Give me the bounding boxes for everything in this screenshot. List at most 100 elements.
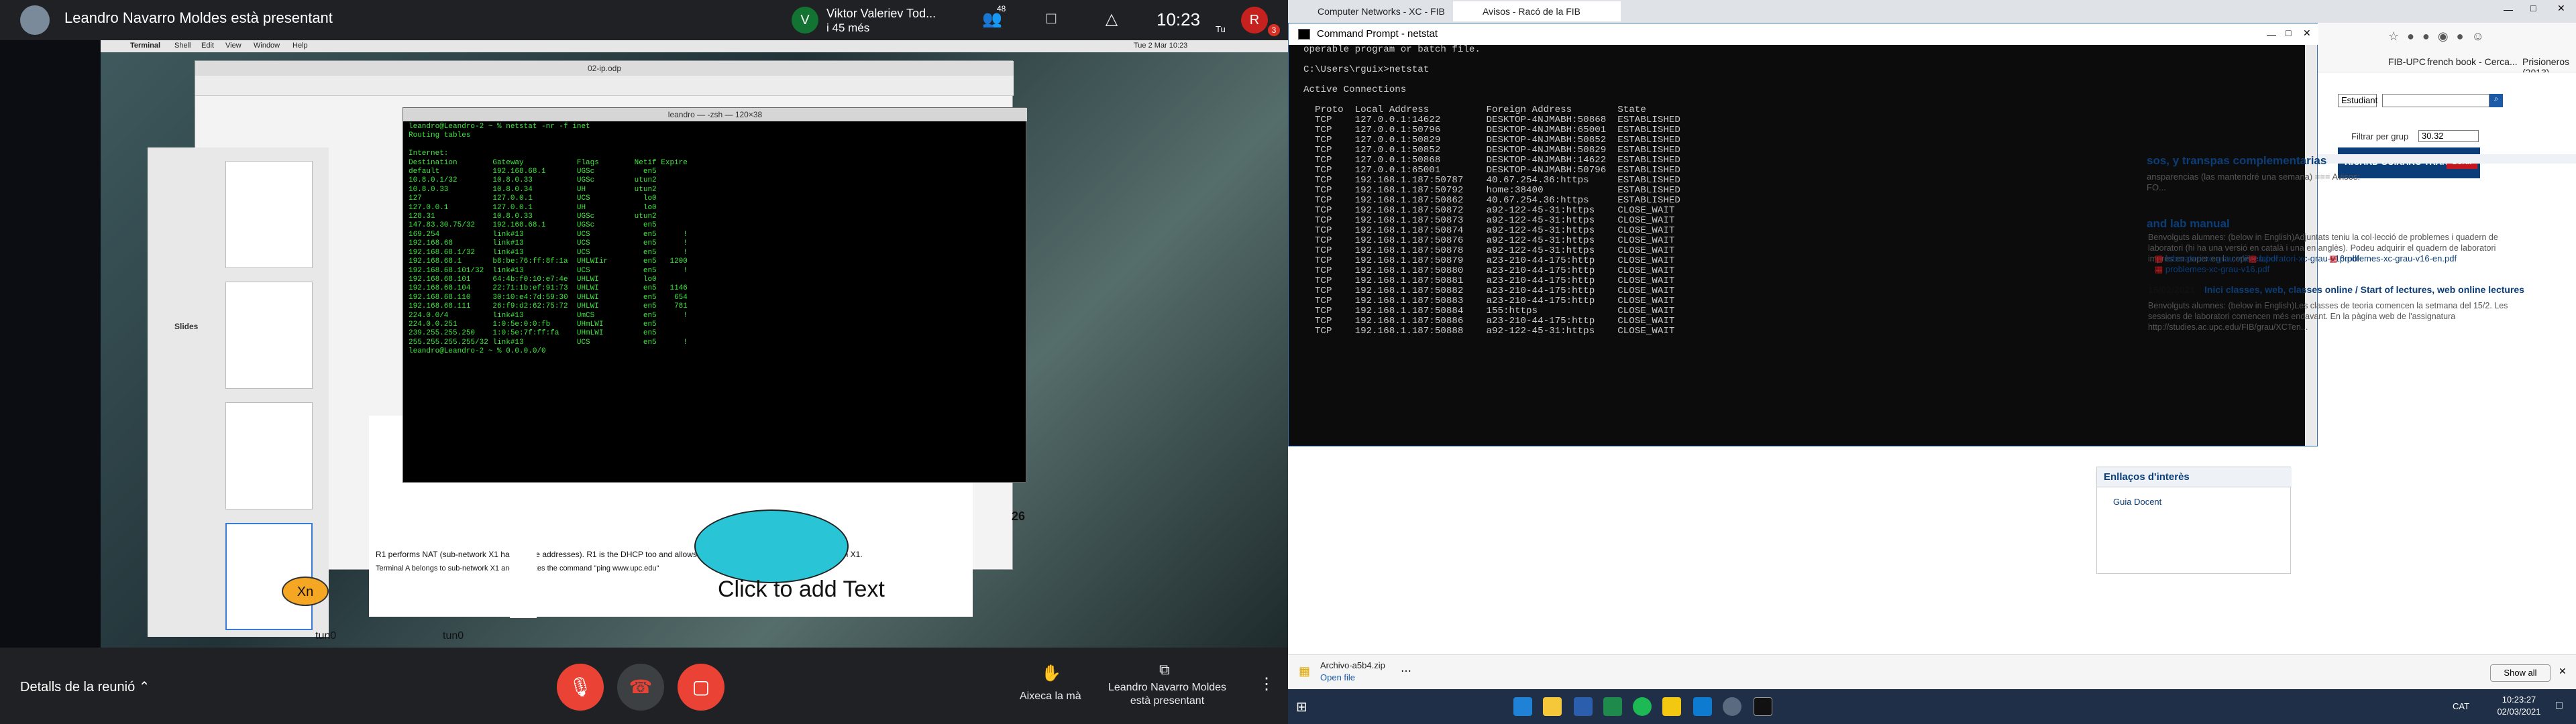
edge-icon[interactable]	[1513, 697, 1532, 716]
mac-menu-shell[interactable]: Shell	[174, 42, 191, 50]
show-all-button[interactable]: Show all	[2490, 664, 2551, 682]
news-heading-2[interactable]: and lab manual	[2147, 217, 2230, 231]
role-select[interactable]: Estudiant	[2338, 94, 2377, 107]
notifications-icon[interactable]: □	[2556, 700, 2563, 712]
pdf-link-3[interactable]: ▦ problemes-xc-grau-v16-en.pdf	[2329, 253, 2457, 264]
maximize-icon[interactable]: □	[2530, 3, 2536, 13]
download-file[interactable]: Archivo-a5b4.zip	[1320, 660, 1385, 670]
slide-thumb[interactable]	[225, 161, 313, 268]
browser-tab-bar: Computer Networks - XC - FIB Avisos - Ra…	[1288, 0, 2576, 23]
presenter-avatar	[20, 5, 50, 35]
news-text-1b: FO...	[2147, 182, 2166, 192]
tun-label-right: tun0	[443, 630, 464, 642]
notification-badge: 3	[1268, 24, 1280, 36]
pdf-icon: ▦	[2329, 253, 2338, 263]
mac-menu-edit[interactable]: Edit	[201, 42, 214, 50]
hangup-icon: ☎	[629, 676, 653, 697]
mic-off-icon: 🎙	[568, 676, 592, 697]
windows-start-icon[interactable]: ⊞	[1296, 699, 1307, 715]
news-text-1: ansparencias (las mantendré una semana) …	[2147, 172, 2361, 182]
camera-off-button[interactable]: ▢	[678, 664, 724, 711]
people-count: 48	[997, 4, 1006, 13]
pdf-link-4[interactable]: ▦ problemes-xc-grau-v16.pdf	[2155, 264, 2269, 275]
slide-thumb[interactable]	[225, 402, 313, 509]
download-more-icon[interactable]: ⋯	[1401, 664, 1411, 678]
pdf-icon: ▦	[2155, 264, 2163, 274]
lang-indicator[interactable]: CAT	[2453, 701, 2469, 711]
excel-icon[interactable]	[1603, 697, 1622, 716]
minimize-icon[interactable]: —	[2504, 4, 2513, 15]
windows-taskbar: ⊞ CAT 10:23:27 02/03/2021 □	[1288, 689, 2576, 724]
link-guia-docent[interactable]: Guia Docent	[2113, 497, 2161, 507]
mac-menu-help[interactable]: Help	[292, 42, 308, 50]
meet-clock: 10:23	[1157, 9, 1201, 29]
slide-number: 26	[1012, 509, 1026, 523]
chat-icon[interactable]: □	[1040, 9, 1063, 29]
mac-menu-time: Tue 2 Mar 10:23	[1134, 42, 1188, 50]
cmd-title: Command Prompt - netstat	[1289, 23, 2318, 45]
close-icon[interactable]: ✕	[2557, 3, 2565, 14]
pdf-link-4-label: problemes-xc-grau-v16.pdf	[2165, 264, 2270, 274]
filter-select[interactable]: 30.32	[2418, 130, 2479, 142]
mac-menu-terminal[interactable]: Terminal	[130, 42, 160, 50]
bookmark-fib[interactable]: FIB-UPC	[2388, 56, 2426, 67]
participant-more: i 45 més	[826, 21, 870, 34]
participant-name: Viktor Valeriev Tod...	[826, 7, 936, 20]
raise-hand-label[interactable]: Aixeca la mà	[1020, 690, 1081, 703]
terminal-output: leandro@Leandro-2 ~ % netstat -nr -f ine…	[409, 123, 688, 356]
site-search-input[interactable]	[2382, 94, 2489, 107]
mac-menu-window[interactable]: Window	[254, 42, 280, 50]
word-icon[interactable]	[1574, 697, 1593, 716]
news-title-2[interactable]: Inici classes, web, classes online / Sta…	[2204, 284, 2567, 295]
cmd-output: operable program or batch file. C:\Users…	[1303, 44, 1680, 337]
presenting-label[interactable]: Leandro Navarro Moldes està presentant	[1100, 681, 1234, 708]
settings-icon[interactable]	[1723, 697, 1741, 716]
mac-terminal[interactable]: leandro — -zsh — 120×38 leandro@Leandro-…	[402, 107, 1027, 483]
pdf-icon: ▦	[2155, 253, 2163, 263]
activities-icon[interactable]: △	[1100, 9, 1123, 29]
tun-label-left: tun0	[315, 630, 337, 642]
more-options-icon[interactable]: ⋮	[1258, 674, 1275, 694]
network-cloud	[694, 509, 849, 583]
cmd-close-icon[interactable]: ✕	[2303, 27, 2311, 39]
chevron-up-icon: ⌃	[138, 680, 150, 695]
impress-toolbar[interactable]	[195, 76, 1014, 96]
sticky-icon[interactable]	[1662, 697, 1681, 716]
download-bar: ▦ Archivo-a5b4.zip Open file ⋯ Show all …	[1288, 654, 2576, 689]
me-avatar[interactable]: R	[1241, 7, 1268, 34]
mac-menu-view[interactable]: View	[225, 42, 241, 50]
slide-thumb[interactable]	[225, 282, 313, 389]
raise-hand-icon[interactable]: ✋	[1041, 664, 1061, 683]
meeting-details-button[interactable]: Detalls de la reunió ⌃	[20, 678, 150, 695]
shared-screen: Terminal Shell Edit View Window Help Tue…	[0, 40, 1288, 648]
terminal-taskbar-icon[interactable]	[1754, 697, 1772, 716]
explorer-icon[interactable]	[1543, 697, 1562, 716]
mic-off-button[interactable]: 🎙	[557, 664, 604, 711]
meet-window: Leandro Navarro Moldes està presentant V…	[0, 0, 1288, 724]
vscode-icon[interactable]	[1693, 697, 1712, 716]
news-heading-1[interactable]: sos, y transpas complementarias	[2147, 154, 2496, 172]
bookmark-french[interactable]: french book - Cerca...	[2427, 56, 2518, 67]
presenter-title: Leandro Navarro Moldes està presentant	[64, 9, 333, 26]
participant-avatar[interactable]: V	[792, 7, 818, 34]
terminal-title: leandro — -zsh — 120×38	[403, 108, 1027, 121]
download-close-icon[interactable]: ✕	[2559, 666, 2567, 677]
cmd-minimize-icon[interactable]: —	[2267, 29, 2276, 40]
tab-avisos[interactable]: Avisos - Racó de la FIB	[1453, 1, 1621, 21]
present-icon[interactable]: ⧉	[1159, 661, 1170, 678]
slides-label: Slides	[174, 322, 199, 331]
share-margin	[0, 40, 101, 648]
spotify-icon[interactable]	[1633, 697, 1652, 716]
slide-placeholder-text[interactable]: Click to add Text	[718, 577, 885, 603]
cmd-maximize-icon[interactable]: □	[2286, 27, 2291, 38]
extension-icons[interactable]: ☆●●◉●☺	[2388, 29, 2563, 43]
tray-date[interactable]: 02/03/2021	[2496, 707, 2542, 717]
leave-call-button[interactable]: ☎	[617, 664, 664, 711]
download-open[interactable]: Open file	[1320, 672, 1355, 682]
search-icon[interactable]: ⌕	[2489, 94, 2503, 107]
slides-panel[interactable]: Slides	[148, 147, 329, 637]
tray-time[interactable]: 10:23:27	[2496, 695, 2542, 705]
meeting-details-label: Detalls de la reunió	[20, 680, 136, 695]
tab-computer-networks[interactable]: Computer Networks - XC - FIB	[1288, 1, 1453, 21]
filter-label: Filtrar per grup	[2351, 131, 2409, 141]
